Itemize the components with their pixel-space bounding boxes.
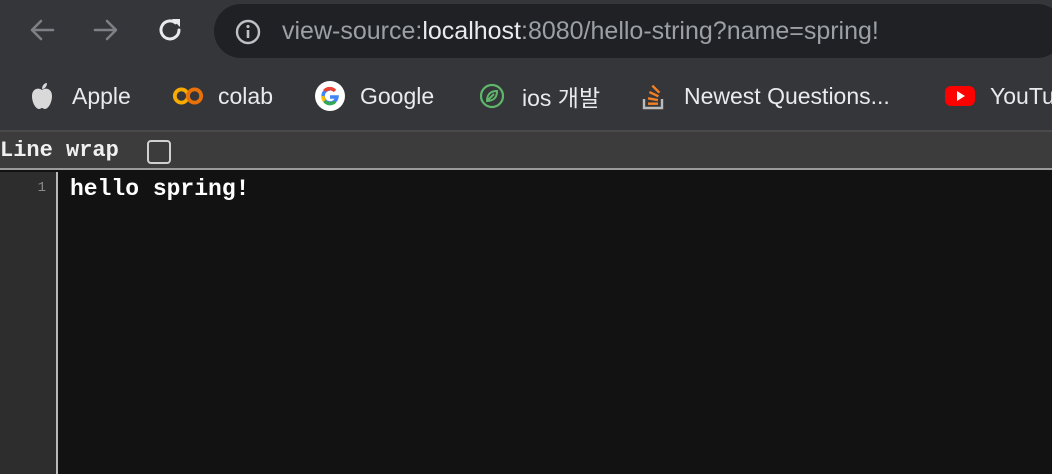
url-scheme: view-source: [282,17,423,45]
forward-button[interactable] [88,12,124,48]
bookmark-apple[interactable]: Apple [26,62,131,130]
bookmark-colab[interactable]: colab [172,62,273,130]
line-wrap-bar: Line wrap [0,132,1052,170]
bookmarks-bar: Apple colab Google ios 개발 Newest Questio… [0,62,1052,130]
url-host: localhost [422,17,521,45]
youtube-icon [944,80,976,112]
source-line: hello spring! [70,176,250,202]
bookmark-google[interactable]: Google [314,62,434,130]
bookmark-label: Newest Questions... [684,82,890,109]
bookmark-label: colab [218,82,273,109]
bookmark-label: YouTube [990,82,1052,109]
address-bar[interactable]: view-source:localhost:8080/hello-string?… [214,4,1052,58]
arrow-right-icon [93,19,118,41]
stackoverflow-icon [638,80,670,112]
bookmark-label: Google [360,82,435,109]
url-path: :8080/hello-string?name=spring! [521,17,879,45]
back-button[interactable] [24,12,60,48]
url-text[interactable]: view-source:localhost:8080/hello-string?… [282,4,879,58]
bookmark-stackoverflow[interactable]: Newest Questions... [638,62,890,130]
google-icon [314,80,346,112]
bookmark-label: Apple [72,82,131,109]
reload-icon [159,19,181,41]
bookmark-ios[interactable]: ios 개발 [476,62,600,130]
browser-toolbar: view-source:localhost:8080/hello-string?… [0,0,1052,62]
line-wrap-label: Line wrap [0,138,119,163]
leaf-icon [476,80,508,112]
bookmark-label: ios 개발 [522,85,601,111]
bookmark-youtube[interactable]: YouTube [944,62,1052,130]
apple-icon [26,80,58,112]
line-wrap-checkbox[interactable] [147,140,171,164]
line-number: 1 [37,180,46,196]
reload-button[interactable] [152,12,188,48]
colab-icon [172,80,204,112]
arrow-left-icon [30,19,55,41]
line-number-gutter: 1 [0,172,58,474]
info-icon[interactable] [234,18,262,46]
